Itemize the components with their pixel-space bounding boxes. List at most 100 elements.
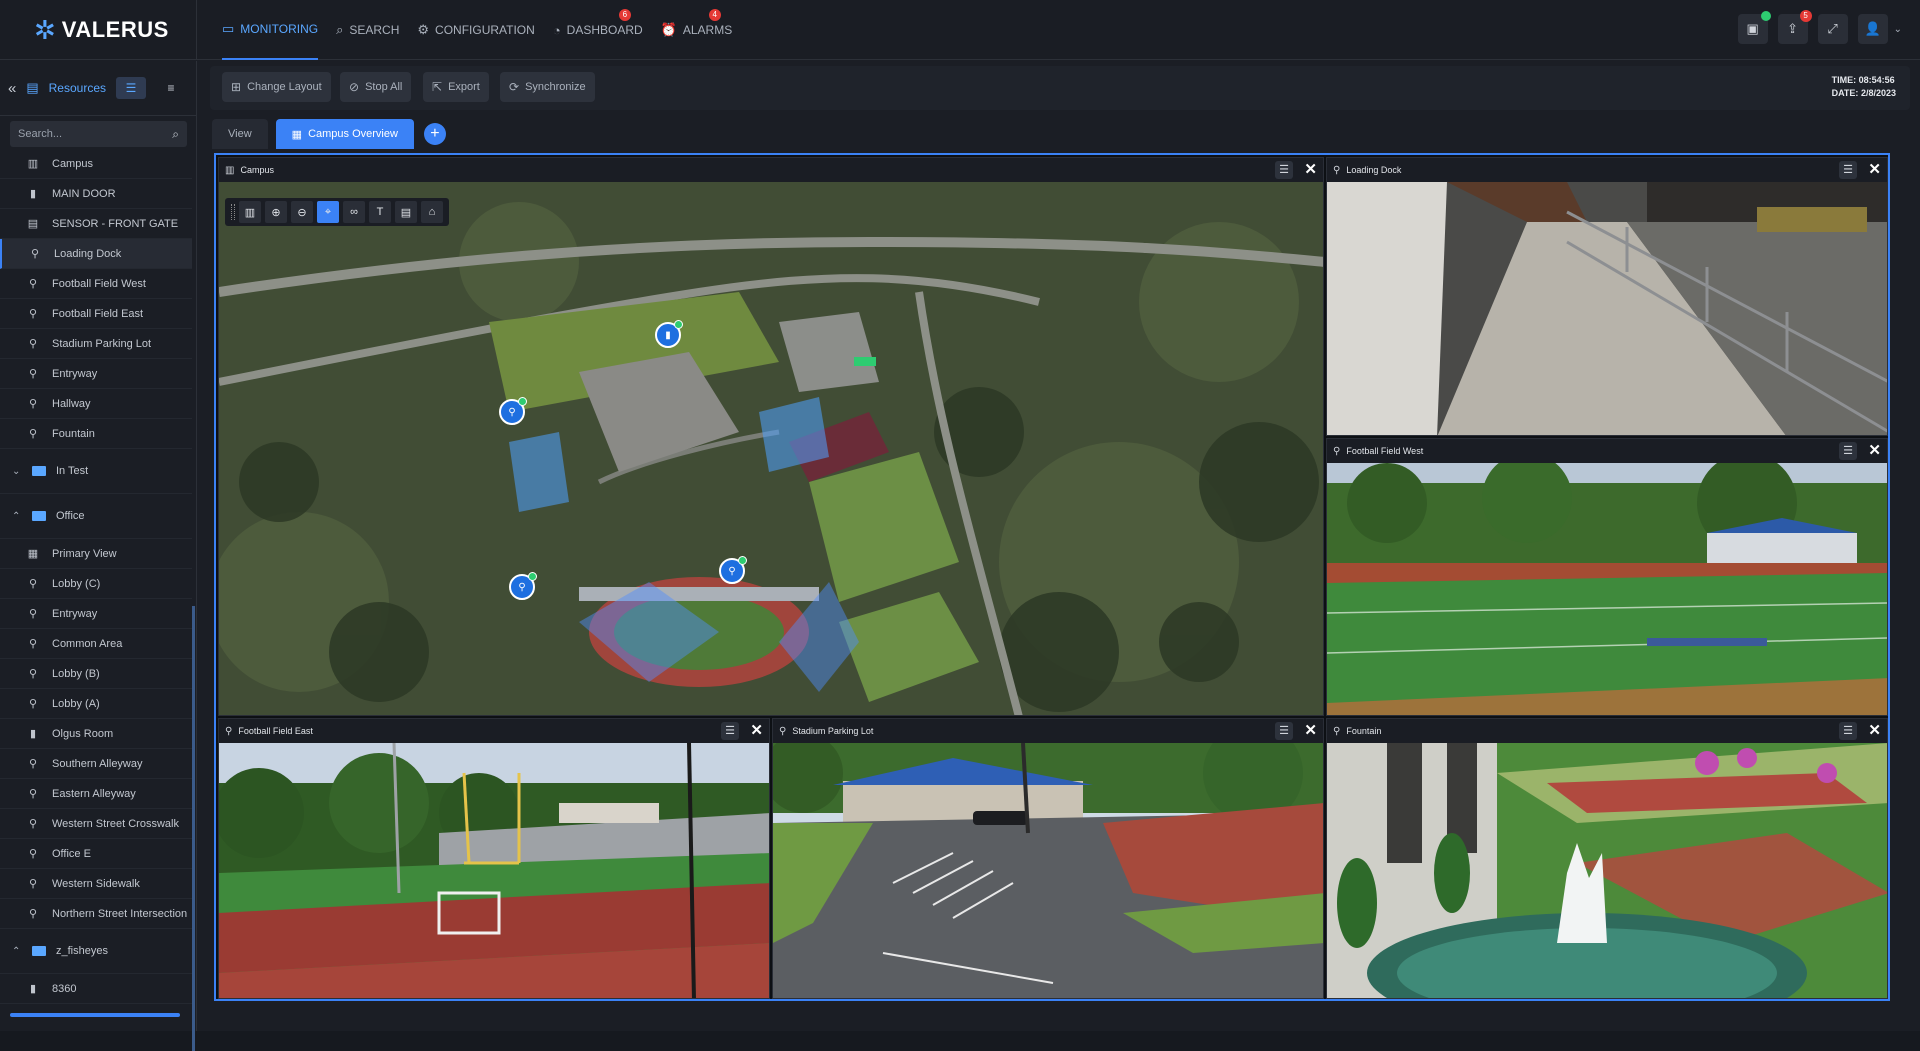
synchronize-button[interactable]: ⟳ Synchronize [500,72,595,102]
map-camera-marker-football-field-east[interactable]: ⚲ [719,556,747,584]
tree-item-common-area[interactable]: ⚲ Common Area [0,629,192,659]
tree-item-office-e[interactable]: ⚲ Office E [0,839,192,869]
nav-search[interactable]: ⌕ SEARCH [336,0,399,60]
camera-icon: ⚲ [28,398,38,410]
tree-item-office-entryway[interactable]: ⚲ Entryway [0,599,192,629]
map-device-marker-door[interactable]: ▮ [655,320,683,348]
tree-item-campus[interactable]: ▥ Campus [0,149,192,179]
tree-item-eastern-alleyway[interactable]: ⚲ Eastern Alleyway [0,779,192,809]
link-icon[interactable]: ∞ [343,201,365,223]
nav-dashboard[interactable]: ◔ DASHBOARD 6 [553,0,643,60]
tree-item-olgus-room[interactable]: ▮ Olgus Room [0,719,192,749]
nav-configuration-label: CONFIGURATION [435,23,535,37]
tile-close-button[interactable]: ✕ [1868,160,1881,180]
nav-configuration[interactable]: ⚙ CONFIGURATION [417,0,534,60]
tree-item-label: Stadium Parking Lot [52,337,152,350]
fullscreen-button[interactable]: ⤢ [1817,14,1848,44]
text-tool-icon[interactable]: T [369,201,391,223]
nav-dashboard-label: DASHBOARD [566,23,643,37]
tab-campus-overview[interactable]: ▦ Campus Overview [275,119,414,149]
tree-item-southern-alleyway[interactable]: ⚲ Southern Alleyway [0,749,192,779]
tile-football-field-west[interactable]: ⚲ Football Field West ☰ ✕ [1326,438,1888,716]
tree-item-primary-view[interactable]: ▦ Primary View [0,539,192,569]
tile-close-button[interactable]: ✕ [1304,160,1317,180]
tree-item-loading-dock[interactable]: ⚲ Loading Dock [0,239,192,269]
zoom-out-icon[interactable]: ⊖ [291,201,313,223]
tree-item-label: Loading Dock [54,247,122,260]
tile-football-field-east[interactable]: ⚲ Football Field East ☰ ✕ [218,718,770,999]
map-camera-marker-football-field-west[interactable]: ⚲ [509,572,537,600]
zoom-in-icon[interactable]: ⊕ [265,201,287,223]
tree-item-lobby-c[interactable]: ⚲ Lobby (C) [0,569,192,599]
user-menu-button[interactable]: 👤 [1857,14,1888,44]
tile-loading-dock[interactable]: ⚲ Loading Dock ☰ ✕ [1326,157,1888,436]
add-tab-button[interactable]: + [423,123,446,145]
chevron-down-icon[interactable]: ⌄ [1894,24,1902,35]
tree-item-western-street-crosswalk[interactable]: ⚲ Western Street Crosswalk [0,809,192,839]
tree-item-fountain[interactable]: ⚲ Fountain [0,419,192,449]
collapse-sidebar-icon[interactable]: « [8,80,16,97]
sidebar-horizontal-scrollbar[interactable] [10,1013,180,1017]
tree-item-8360[interactable]: ▮ 8360 [0,974,192,1004]
nav-alarms[interactable]: ⏰ ALARMS 4 [661,0,732,60]
camera-feed-loading-dock[interactable] [1327,182,1887,435]
campus-map-view[interactable]: ▥ ⊕ ⊖ ⌖ ∞ T ▤ ⌂ ▮ ⚲ ⚲ ⚲ [219,182,1323,715]
tile-menu-button[interactable]: ☰ [1839,442,1857,460]
drag-handle-icon[interactable] [231,204,235,220]
tree-item-label: Hallway [52,397,91,410]
tile-menu-button[interactable]: ☰ [1275,161,1293,179]
comment-icon[interactable]: ▤ [395,201,417,223]
tile-menu-button[interactable]: ☰ [1839,161,1857,179]
tree-item-stadium-parking-lot[interactable]: ⚲ Stadium Parking Lot [0,329,192,359]
camera-feed-stadium-parking-lot[interactable] [773,723,1323,998]
tile-menu-button[interactable]: ☰ [1275,722,1293,740]
tree-item-football-field-west[interactable]: ⚲ Football Field West [0,269,192,299]
tree-item-lobby-a[interactable]: ⚲ Lobby (A) [0,689,192,719]
list-view-button[interactable]: ≡ [156,77,186,99]
tab-campus-overview-label: Campus Overview [308,128,398,140]
camera-icon: ⚲ [28,908,38,920]
tile-menu-button[interactable]: ☰ [1839,722,1857,740]
camera-feed-fountain[interactable] [1327,743,1887,998]
tree-item-western-sidewalk[interactable]: ⚲ Western Sidewalk [0,869,192,899]
export-button[interactable]: ⇱ Export [423,72,489,102]
user-icon: 👤 [1864,21,1881,36]
tree-item-sensor-front-gate[interactable]: ▤ SENSOR - FRONT GATE [0,209,192,239]
search-input[interactable] [18,128,173,140]
tile-close-button[interactable]: ✕ [1868,441,1881,461]
tree-group-in-test[interactable]: ⌄ In Test [0,449,192,494]
tile-close-button[interactable]: ✕ [1868,721,1881,741]
select-tool-icon[interactable]: ⌖ [317,201,339,223]
chat-button[interactable]: ▣ [1737,11,1771,44]
tile-fountain[interactable]: ⚲ Fountain ☰ ✕ [1326,718,1888,999]
map-camera-marker-loading-dock[interactable]: ⚲ [499,397,527,425]
tree-item-entryway[interactable]: ⚲ Entryway [0,359,192,389]
tile-close-button[interactable]: ✕ [750,721,763,741]
tile-close-button[interactable]: ✕ [1304,721,1317,741]
tree-item-main-door[interactable]: ▮ MAIN DOOR [0,179,192,209]
tree-item-lobby-b[interactable]: ⚲ Lobby (B) [0,659,192,689]
tab-view[interactable]: View [212,119,268,149]
resources-label[interactable]: Resources [49,81,106,95]
tree-item-hallway[interactable]: ⚲ Hallway [0,389,192,419]
tree-group-office[interactable]: ⌃ Office [0,494,192,539]
camera-feed-football-field-west[interactable] [1327,453,1887,715]
tree-item-football-field-east[interactable]: ⚲ Football Field East [0,299,192,329]
tile-menu-button[interactable]: ☰ [721,722,739,740]
camera-feed-football-field-east[interactable] [219,742,769,998]
sidebar-header: « ▤ Resources ☰ ≡ [0,61,196,116]
change-layout-button[interactable]: ⊞ Change Layout [222,72,331,102]
sync-icon: ⟳ [509,80,520,94]
sidebar-scrollbar[interactable] [192,606,195,1051]
nav-monitoring[interactable]: ▭ MONITORING [222,0,319,60]
tree-view-button[interactable]: ☰ [116,77,146,99]
tree-item-northern-street-intersection[interactable]: ⚲ Northern Street Intersection [0,899,192,929]
map-layers-icon[interactable]: ▥ [239,201,261,223]
stop-all-button[interactable]: ⊘ Stop All [340,72,412,102]
export-queue-button[interactable]: ⇪ 5 [1777,10,1812,44]
tile-stadium-parking-lot[interactable]: ⚲ Stadium Parking Lot ☰ ✕ [772,718,1324,999]
tree-group-fisheyes[interactable]: ⌃ z_fisheyes [0,929,192,974]
tile-campus-map[interactable]: ▥ Campus ☰ ✕ ▥ ⊕ ⊖ ⌖ ∞ T ▤ ⌂ ▮ ⚲ ⚲ ⚲ [218,157,1324,716]
search-icon[interactable]: ⌕ [172,127,179,142]
home-icon[interactable]: ⌂ [421,201,443,223]
